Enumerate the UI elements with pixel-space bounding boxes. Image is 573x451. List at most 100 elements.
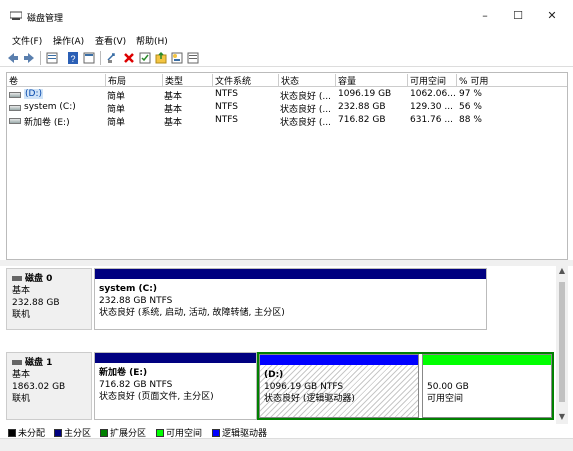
volume-type: 基本: [164, 105, 183, 115]
disk-title: 磁盘 1: [12, 357, 86, 369]
legend-swatch: [100, 429, 108, 437]
disk-map-scrollbar[interactable]: ▲ ▼: [556, 266, 568, 424]
partition-size: 1096.19 GB NTFS: [264, 382, 344, 392]
format-icon[interactable]: [186, 51, 200, 65]
partition-name: (D:): [264, 370, 284, 380]
legend-swatch: [8, 429, 16, 437]
disk-icon: [12, 360, 22, 365]
partition-name: 新加卷 (E:): [99, 368, 148, 378]
partition-new-volume-e[interactable]: 新加卷 (E:) 716.82 GB NTFS 状态良好 (页面文件, 主分区): [94, 352, 257, 420]
folder-up-icon[interactable]: [154, 51, 168, 65]
volume-name: system (C:): [24, 102, 76, 112]
volume-free: 129.30 ...: [410, 102, 453, 112]
drive-icon: [9, 92, 21, 98]
partition-system-c[interactable]: system (C:) 232.88 GB NTFS 状态良好 (系统, 启动,…: [94, 268, 487, 330]
maximize-button[interactable]: ☐: [503, 6, 533, 26]
volume-free: 1062.06...: [410, 89, 456, 99]
col-header-free-space[interactable]: 可用空间: [407, 74, 446, 87]
disk-0-label[interactable]: 磁盘 0 基本 232.88 GB 联机: [6, 268, 92, 330]
volume-capacity: 716.82 GB: [338, 115, 386, 125]
volume-fs: NTFS: [215, 89, 238, 99]
menu-file[interactable]: 文件(F): [12, 34, 42, 47]
scroll-up-icon[interactable]: ▲: [557, 266, 567, 276]
forward-icon[interactable]: [22, 51, 36, 65]
legend-swatch: [54, 429, 62, 437]
list-view-icon[interactable]: [45, 51, 59, 65]
help-icon[interactable]: ?: [66, 51, 80, 65]
volume-type: 基本: [164, 92, 183, 102]
volume-free: 631.76 ...: [410, 115, 453, 125]
col-header-status[interactable]: 状态: [278, 74, 299, 87]
volume-name: (D:): [24, 89, 43, 99]
legend-swatch: [212, 429, 220, 437]
delete-icon[interactable]: [122, 51, 136, 65]
disk-state: 联机: [12, 310, 31, 320]
volume-layout: 简单: [107, 118, 126, 128]
partition-name: system (C:): [99, 284, 157, 294]
col-header-capacity[interactable]: 容量: [335, 74, 356, 87]
partition-d[interactable]: (D:) 1096.19 GB NTFS 状态良好 (逻辑驱动器): [259, 354, 419, 418]
back-icon[interactable]: [6, 51, 20, 65]
volume-layout: 简单: [107, 92, 126, 102]
disk-type: 基本: [12, 370, 31, 380]
status-bar: [0, 438, 573, 451]
partition-status: 可用空间: [427, 394, 464, 404]
disk-management-icon: [10, 11, 22, 20]
disk-map: 磁盘 0 基本 232.88 GB 联机 system (C:) 232.88 …: [6, 266, 554, 424]
properties-icon[interactable]: [82, 51, 96, 65]
close-button[interactable]: ✕: [537, 6, 567, 26]
disk-state: 联机: [12, 394, 31, 404]
col-header-volume[interactable]: 卷: [7, 74, 18, 87]
volume-type: 基本: [164, 118, 183, 128]
volume-row[interactable]: 新加卷 (E:) 简单 基本 NTFS 状态良好 (... 716.82 GB …: [7, 115, 567, 128]
connect-icon[interactable]: [106, 51, 120, 65]
volume-layout: 简单: [107, 105, 126, 115]
primary-partition-bar: [95, 269, 486, 279]
col-header-filesystem[interactable]: 文件系统: [212, 74, 251, 87]
disk-1-label[interactable]: 磁盘 1 基本 1863.02 GB 联机: [6, 352, 92, 420]
drive-icon: [9, 105, 21, 111]
partition-size: 232.88 GB NTFS: [99, 296, 173, 306]
legend-swatch: [156, 429, 164, 437]
volume-status: 状态良好 (...: [280, 92, 331, 102]
volume-pct-free: 97 %: [459, 89, 482, 99]
partition-status: 状态良好 (系统, 启动, 活动, 故障转储, 主分区): [99, 308, 285, 318]
disk-title: 磁盘 0: [12, 273, 86, 285]
volume-row[interactable]: system (C:) 简单 基本 NTFS 状态良好 (... 232.88 …: [7, 102, 567, 115]
col-header-layout[interactable]: 布局: [105, 74, 126, 87]
volume-name: 新加卷 (E:): [24, 118, 70, 128]
minimize-button[interactable]: –: [470, 6, 500, 26]
disk-size: 1863.02 GB: [12, 382, 66, 392]
drive-icon: [9, 118, 21, 124]
disk-type: 基本: [12, 286, 31, 296]
toolbar-separator: [100, 51, 101, 65]
toolbar-separator: [40, 51, 41, 65]
legend: 未分配 主分区 扩展分区 可用空间 逻辑驱动器: [8, 424, 568, 439]
volume-fs: NTFS: [215, 115, 238, 125]
volume-list-header: 卷 布局 类型 文件系统 状态 容量 可用空间 % 可用: [7, 73, 567, 87]
volume-status: 状态良好 (...: [280, 118, 331, 128]
volume-pct-free: 88 %: [459, 115, 482, 125]
volume-pct-free: 56 %: [459, 102, 482, 112]
scroll-down-icon[interactable]: ▼: [557, 412, 567, 422]
primary-partition-bar: [95, 353, 256, 363]
free-space-partition[interactable]: 50.00 GB 可用空间: [422, 354, 552, 418]
menu-action[interactable]: 操作(A): [53, 34, 84, 47]
logical-drive-bar: [260, 355, 418, 365]
col-header-type[interactable]: 类型: [162, 74, 183, 87]
volume-status: 状态良好 (...: [280, 105, 331, 115]
menu-help[interactable]: 帮助(H): [136, 34, 168, 47]
free-space-bar: [423, 355, 551, 365]
partition-status: 状态良好 (页面文件, 主分区): [99, 392, 214, 402]
volume-capacity: 1096.19 GB: [338, 89, 392, 99]
wizard-icon[interactable]: [170, 51, 184, 65]
check-icon[interactable]: [138, 51, 152, 65]
volume-capacity: 232.88 GB: [338, 102, 386, 112]
scroll-thumb[interactable]: [559, 282, 565, 402]
col-header-percent-free[interactable]: % 可用: [456, 74, 488, 87]
title-bar: 磁盘管理 – ☐ ✕: [0, 0, 573, 32]
volume-fs: NTFS: [215, 102, 238, 112]
partition-size: 716.82 GB NTFS: [99, 380, 173, 390]
volume-row[interactable]: (D:) 简单 基本 NTFS 状态良好 (... 1096.19 GB 106…: [7, 89, 567, 102]
menu-view[interactable]: 查看(V): [95, 34, 126, 47]
